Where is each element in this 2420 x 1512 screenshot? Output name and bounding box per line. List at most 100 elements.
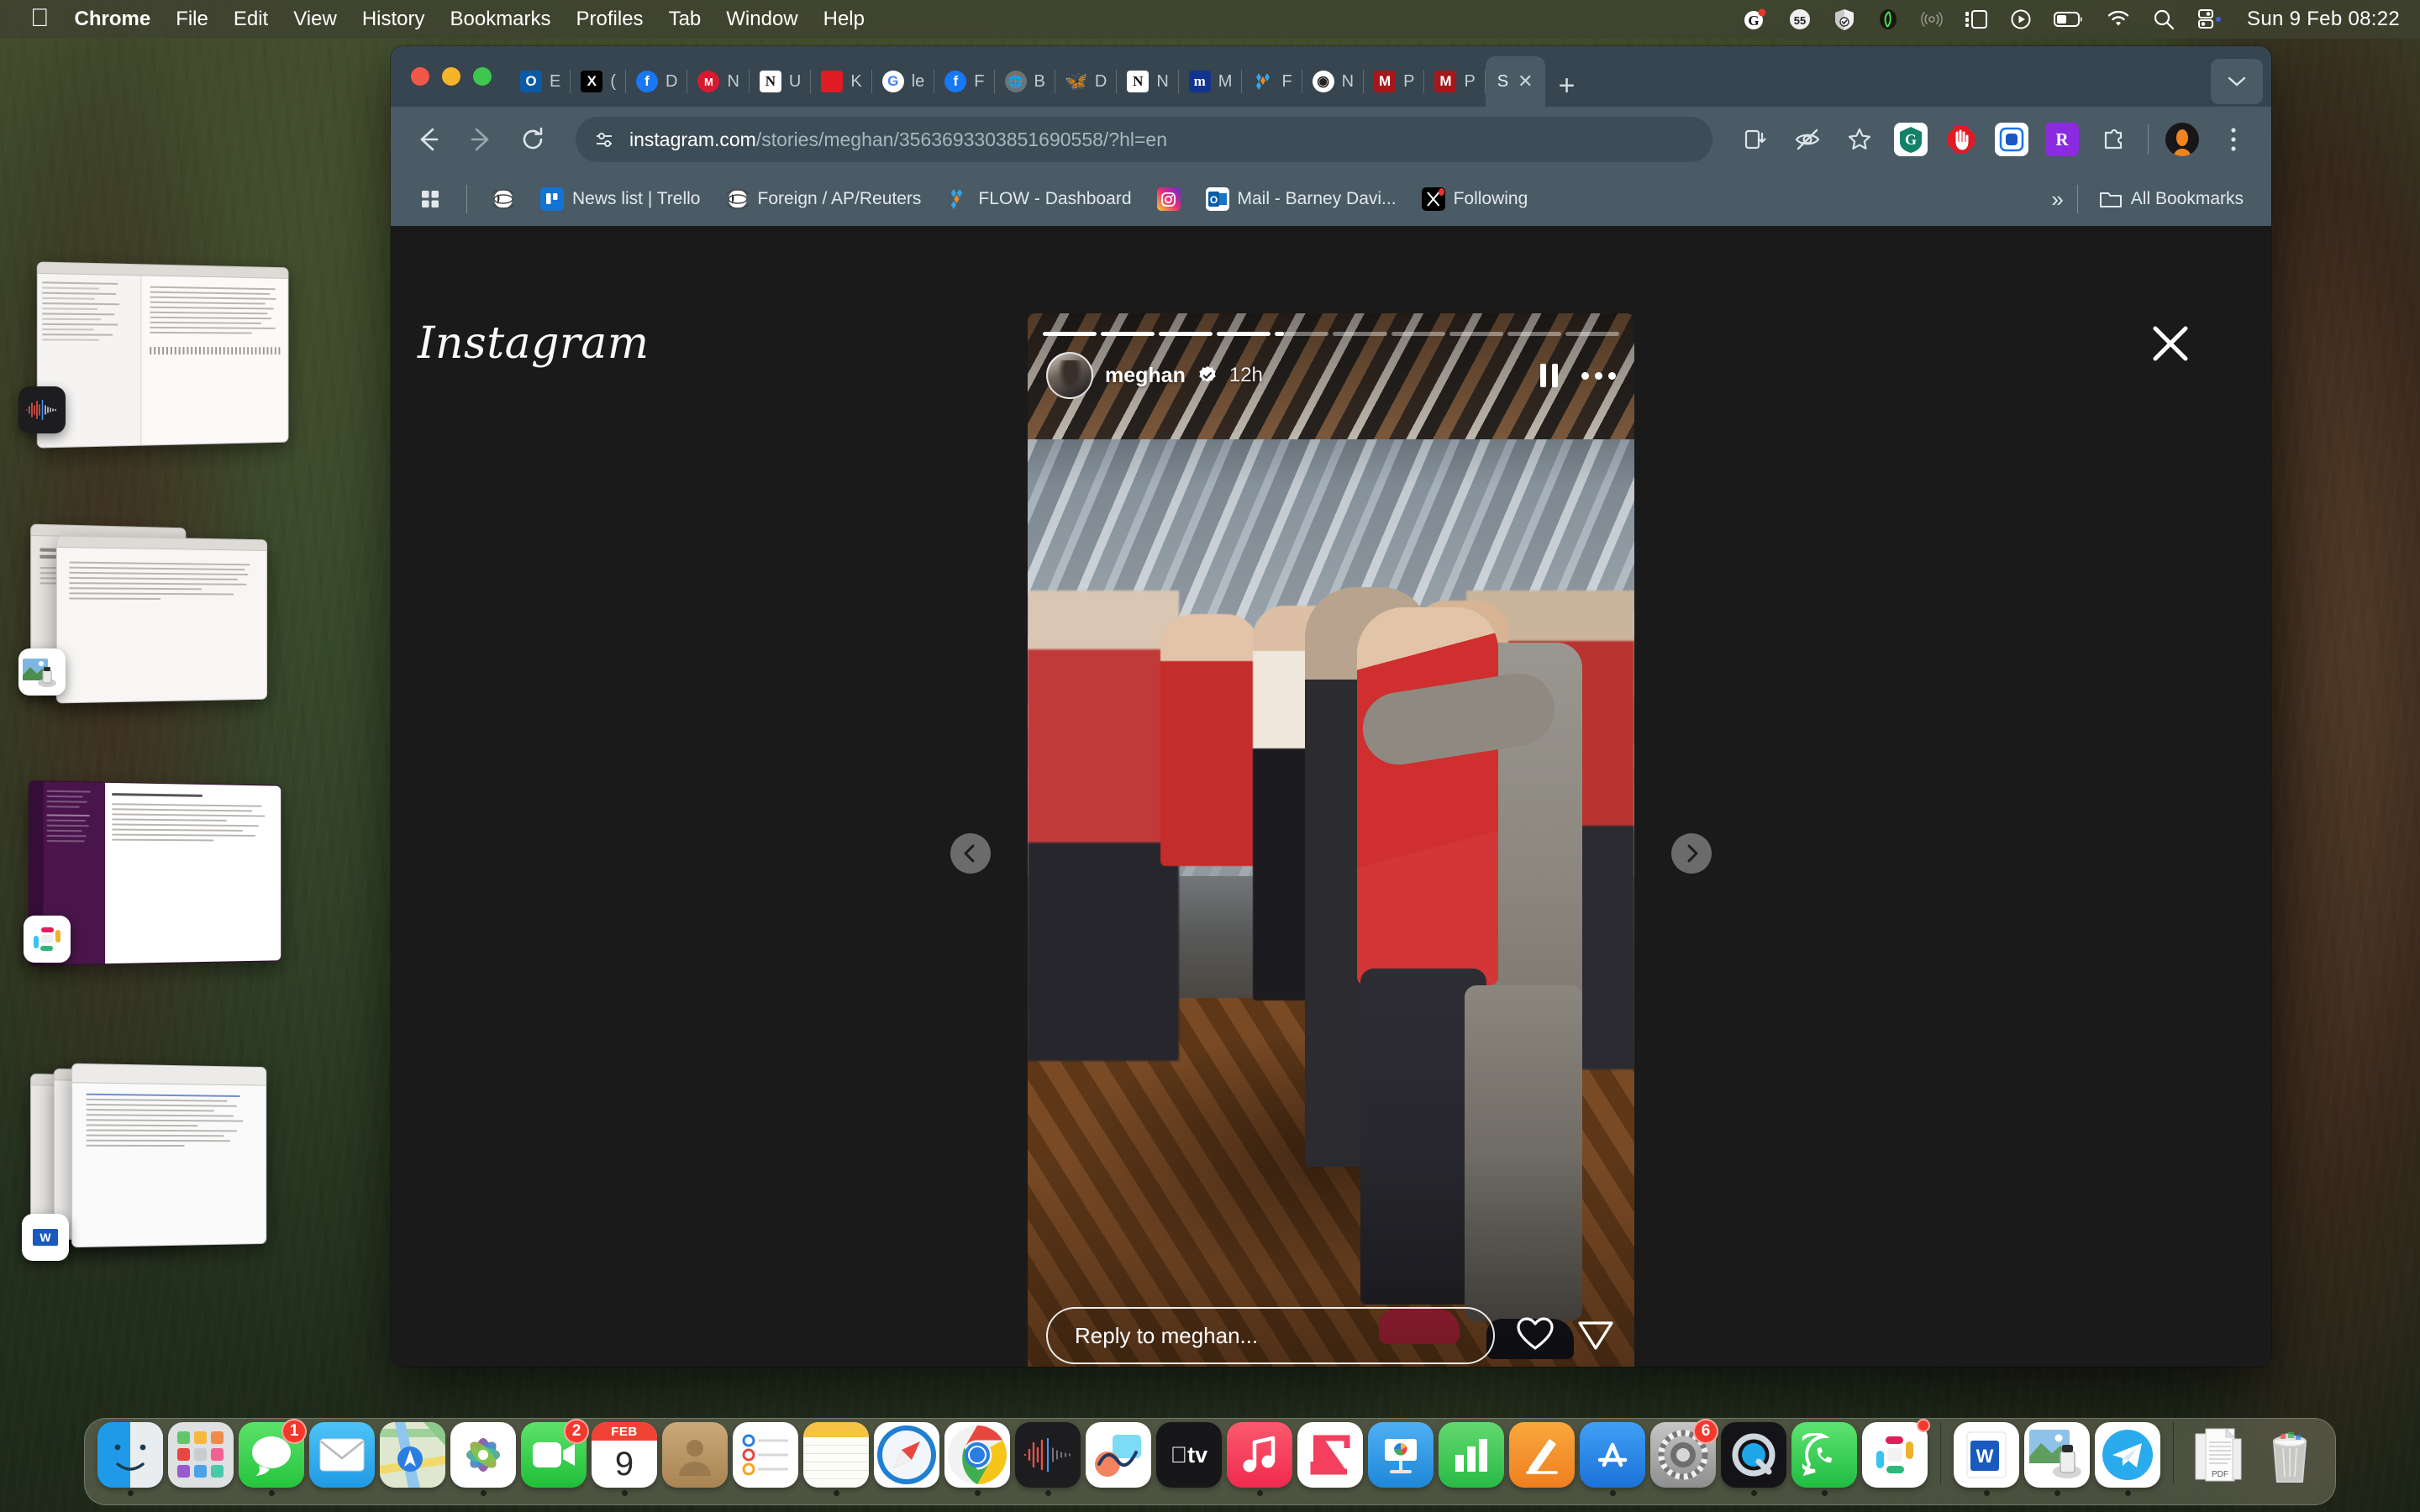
dock-item-trash[interactable] xyxy=(2256,1422,2323,1496)
stage-app-icon-voice-memos[interactable] xyxy=(18,386,66,433)
install-app-icon[interactable] xyxy=(1738,122,1773,157)
browser-tab[interactable]: N N xyxy=(1117,56,1180,107)
dock-item-app-store[interactable] xyxy=(1579,1422,1646,1496)
browser-tab[interactable]: K xyxy=(811,56,873,107)
browser-tab[interactable]: f D xyxy=(626,56,688,107)
progress-segment[interactable] xyxy=(1391,332,1445,336)
dock-item-quicktime[interactable] xyxy=(1720,1422,1787,1496)
blue-square-extension-icon[interactable] xyxy=(1995,123,2028,156)
bookmarks-overflow-button[interactable]: » xyxy=(2051,186,2063,213)
browser-tab[interactable]: N U xyxy=(750,56,812,107)
close-icon[interactable] xyxy=(2147,320,2194,367)
dock-item-telegram[interactable] xyxy=(2094,1422,2161,1496)
dock-item-reminders[interactable] xyxy=(732,1422,799,1496)
profile-avatar-icon[interactable] xyxy=(2165,123,2199,156)
extensions-puzzle-icon[interactable] xyxy=(2096,122,2131,157)
progress-segment[interactable] xyxy=(1043,332,1097,336)
browser-tab[interactable]: M P xyxy=(1364,56,1425,107)
close-tab-button[interactable]: ✕ xyxy=(1518,71,1533,92)
dock-item-chrome[interactable] xyxy=(944,1422,1011,1496)
browser-tab-active[interactable]: S ✕ xyxy=(1485,56,1545,107)
menu-bookmarks[interactable]: Bookmarks xyxy=(450,8,550,31)
stage-group-voice-memos[interactable] xyxy=(15,261,301,458)
menu-chrome[interactable]: Chrome xyxy=(75,8,151,31)
url-text[interactable]: instagram.com/stories/meghan/35636933038… xyxy=(629,129,1167,151)
browser-tab[interactable]: ◉ N xyxy=(1302,56,1365,107)
all-bookmarks-button[interactable]: All Bookmarks xyxy=(2091,183,2251,215)
instagram-logo[interactable]: Instagram xyxy=(418,318,650,369)
stage-app-icon-word[interactable]: W xyxy=(22,1214,69,1261)
menu-help[interactable]: Help xyxy=(823,8,865,31)
progress-segment[interactable] xyxy=(1333,332,1387,336)
heart-icon[interactable] xyxy=(1515,1314,1555,1358)
stage-group-slack[interactable] xyxy=(12,780,306,991)
arrow-left-icon[interactable] xyxy=(411,122,446,157)
globe-bookmark[interactable] xyxy=(484,183,523,215)
reload-icon[interactable] xyxy=(515,122,550,157)
previous-story-button[interactable] xyxy=(950,832,991,874)
dock-item-notes[interactable] xyxy=(802,1422,870,1496)
menu-view[interactable]: View xyxy=(293,8,337,31)
browser-tab[interactable]: m M xyxy=(1179,56,1243,107)
dock-item-system-settings[interactable]: 6 xyxy=(1649,1419,1718,1496)
browser-tab[interactable]: F xyxy=(1242,56,1302,107)
share-paper-plane-icon[interactable] xyxy=(1576,1314,1616,1358)
progress-segment[interactable] xyxy=(1565,332,1619,336)
browser-tab[interactable]: X ( xyxy=(571,56,626,107)
dock-item-facetime[interactable]: 2 xyxy=(520,1419,589,1496)
apps-grid-bookmark[interactable] xyxy=(411,183,450,215)
stage-group-word[interactable]: W xyxy=(10,1063,304,1285)
grammarly-extension-icon[interactable]: G xyxy=(1894,123,1928,156)
eye-off-icon[interactable] xyxy=(1790,122,1825,157)
story-username[interactable]: meghan xyxy=(1105,364,1186,388)
dock-item-freeform[interactable] xyxy=(1085,1422,1152,1496)
grammarly-menubar-icon[interactable]: G xyxy=(1743,8,1766,31)
browser-tab[interactable]: M N xyxy=(687,56,750,107)
mail-bookmark[interactable]: O Mail - Barney Davi... xyxy=(1198,183,1404,215)
dock-item-photos[interactable] xyxy=(450,1422,517,1496)
stage-window[interactable] xyxy=(71,1063,267,1248)
browser-tab[interactable]: O E xyxy=(510,56,571,107)
following-bookmark[interactable]: Following xyxy=(1414,183,1536,215)
menu-window[interactable]: Window xyxy=(726,8,797,31)
battery-icon[interactable] xyxy=(2054,10,2084,29)
battery-percent-icon[interactable]: 55 xyxy=(1788,8,1812,31)
dock-item-whatsapp[interactable] xyxy=(1791,1422,1858,1496)
site-settings-icon[interactable] xyxy=(592,128,616,151)
menu-history[interactable]: History xyxy=(362,8,425,31)
instagram-bookmark[interactable] xyxy=(1150,183,1188,215)
dock-item-contacts[interactable] xyxy=(661,1422,729,1496)
browser-tab[interactable]: f F xyxy=(934,56,995,107)
minimize-window-button[interactable] xyxy=(442,67,460,86)
dock-item-safari[interactable] xyxy=(873,1422,940,1496)
dock-item-pdf-stack[interactable]: PDF xyxy=(2186,1422,2253,1496)
bookmark-star-icon[interactable] xyxy=(1842,122,1877,157)
airdrop-icon[interactable] xyxy=(1921,8,1943,30)
wifi-icon[interactable] xyxy=(2106,9,2131,29)
browser-tab[interactable]: 🦋 D xyxy=(1055,56,1118,107)
more-options-icon[interactable] xyxy=(1581,371,1616,380)
progress-segment[interactable] xyxy=(1507,332,1561,336)
dock-item-word[interactable]: W xyxy=(1953,1422,2020,1496)
stage-manager-icon[interactable] xyxy=(1965,8,1988,30)
new-tab-button[interactable]: + xyxy=(1545,71,1589,107)
dock-item-apple-tv[interactable]: tv xyxy=(1155,1422,1223,1496)
browser-tab[interactable]: G le xyxy=(872,56,935,107)
dock-item-voice-memos[interactable] xyxy=(1014,1422,1081,1496)
stage-app-icon-preview[interactable] xyxy=(18,648,66,696)
dock-item-mail[interactable] xyxy=(308,1422,376,1496)
dock-item-messages[interactable]: 1 xyxy=(238,1419,307,1496)
address-bar[interactable]: instagram.com/stories/meghan/35636933038… xyxy=(576,117,1712,162)
menu-bar-clock[interactable]: Sun 9 Feb 08:22 xyxy=(2247,8,2400,31)
stage-window[interactable] xyxy=(36,261,289,449)
progress-segment[interactable] xyxy=(1449,332,1503,336)
browser-tab[interactable]: M P xyxy=(1424,56,1486,107)
menu-file[interactable]: File xyxy=(176,8,208,31)
rakuten-extension-icon[interactable]: R xyxy=(2045,123,2079,156)
dock-item-keynote[interactable] xyxy=(1367,1422,1434,1496)
dock-item-maps[interactable] xyxy=(379,1422,446,1496)
dock-item-finder[interactable] xyxy=(97,1422,164,1496)
flow-bookmark[interactable]: FLOW - Dashboard xyxy=(939,183,1139,215)
next-story-button[interactable] xyxy=(1671,832,1712,874)
progress-segment-active[interactable] xyxy=(1275,332,1329,336)
